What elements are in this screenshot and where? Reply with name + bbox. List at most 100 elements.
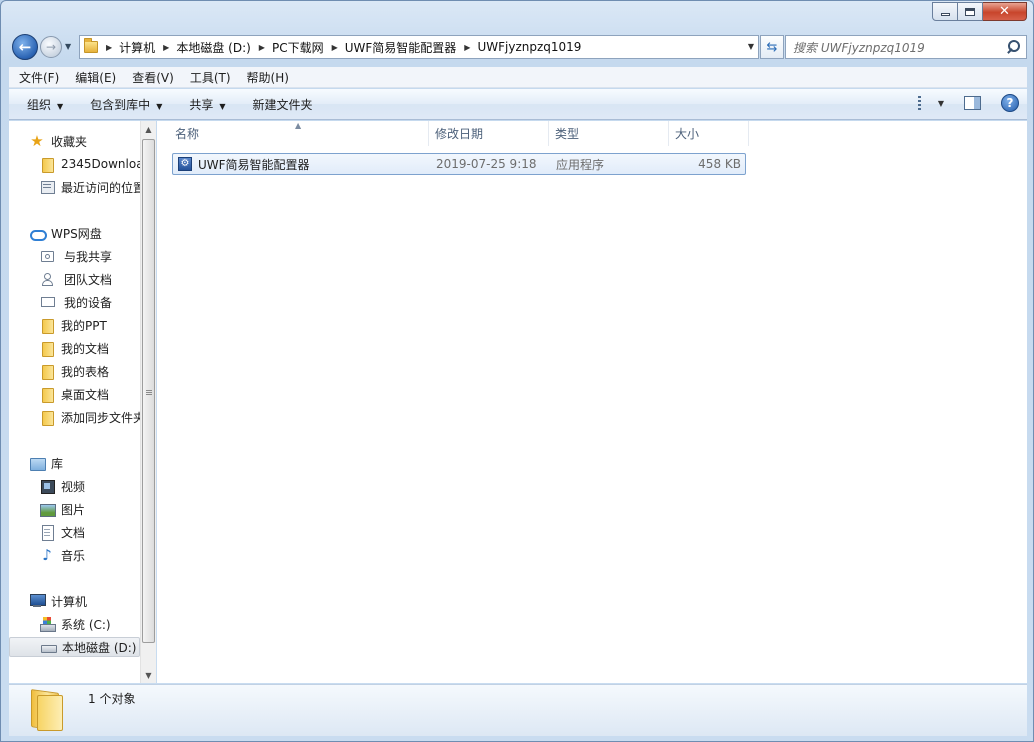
nav-item-my-ppt[interactable]: 我的PPT: [9, 315, 140, 335]
folder-icon: [39, 386, 55, 403]
new-folder-button[interactable]: 新建文件夹: [244, 96, 322, 113]
chevron-down-icon: ▼: [219, 101, 226, 111]
share-button[interactable]: 共享 ▼: [180, 96, 234, 113]
nav-item-shared-with-me[interactable]: 与我共享: [9, 246, 140, 266]
nav-item-label: 本地磁盘 (D:): [62, 640, 137, 655]
table-row[interactable]: ⚙ UWF简易智能配置器 2019-07-25 9:18 应用程序 458 KB: [172, 153, 746, 175]
column-header-modified[interactable]: 修改日期: [429, 121, 549, 146]
breadcrumb-separator[interactable]: ▶: [464, 43, 470, 52]
nav-item-my-devices[interactable]: 我的设备: [9, 292, 140, 312]
column-header-size[interactable]: 大小: [669, 121, 749, 146]
folder-icon: [39, 409, 55, 426]
scroll-down-arrow-icon[interactable]: ▼: [141, 667, 156, 683]
view-controls: ▼ ?: [917, 94, 1019, 112]
forward-button[interactable]: →: [40, 36, 62, 58]
search-icon[interactable]: [1005, 38, 1023, 56]
breadcrumb-pc-download[interactable]: PC下载网: [272, 39, 324, 56]
view-options-chevron-icon[interactable]: ▼: [938, 99, 944, 108]
column-header-name[interactable]: 名称: [169, 121, 429, 146]
breadcrumb-separator[interactable]: ▶: [163, 43, 169, 52]
item-count: 1 个对象: [88, 692, 136, 706]
recent-pages-button[interactable]: ▼: [65, 42, 71, 51]
back-arrow-icon: ←: [18, 38, 32, 56]
command-bar: 组织 ▼ 包含到库中 ▼ 共享 ▼ 新建文件夹 ▼ ?: [9, 89, 1027, 120]
nav-item-label: 我的设备: [64, 295, 113, 310]
search-input[interactable]: 搜索 UWFjyznpzq1019: [785, 35, 1027, 59]
navigation-bar: ← → ▼ ▶ 计算机 ▶ 本地磁盘 (D:) ▶ PC下载网 ▶ UWF简易智…: [9, 33, 1027, 61]
organize-button[interactable]: 组织 ▼: [18, 96, 72, 113]
nav-item-desktop-docs[interactable]: 桌面文档: [9, 384, 140, 404]
breadcrumb-current-folder[interactable]: UWFjyznpzq1019: [477, 40, 581, 54]
column-header-type[interactable]: 类型: [549, 121, 669, 146]
breadcrumb-computer[interactable]: 计算机: [119, 39, 155, 56]
breadcrumb-uwf-folder[interactable]: UWF简易智能配置器: [345, 39, 457, 56]
nav-libraries[interactable]: 库: [9, 453, 140, 473]
menu-file[interactable]: 文件(F): [11, 69, 67, 86]
library-icon: [29, 455, 46, 471]
address-dropdown-button[interactable]: ▼: [748, 42, 754, 51]
nav-item-pictures[interactable]: 图片: [9, 499, 140, 519]
user-icon: [39, 271, 55, 287]
explorer-window: ✕ ← → ▼ ▶ 计算机 ▶ 本地磁盘 (D:) ▶ PC下载网 ▶ UWF简…: [0, 0, 1034, 742]
breadcrumb-separator[interactable]: ▶: [259, 43, 265, 52]
breadcrumb-drive-d[interactable]: 本地磁盘 (D:): [176, 39, 250, 56]
application-gear-icon: ⚙: [178, 157, 192, 171]
refresh-button[interactable]: ⇆: [760, 35, 784, 59]
nav-item-label: 系统 (C:): [61, 617, 111, 632]
shared-icon: [39, 248, 55, 264]
system-drive-icon: [39, 616, 56, 632]
nav-item-system-c[interactable]: 系统 (C:): [9, 614, 140, 634]
change-view-icon[interactable]: [917, 96, 934, 110]
nav-item-videos[interactable]: 视频: [9, 476, 140, 496]
star-icon: ★: [30, 132, 44, 150]
back-button[interactable]: ←: [12, 34, 38, 60]
menu-edit[interactable]: 编辑(E): [67, 69, 124, 86]
nav-favorites[interactable]: ★ 收藏夹: [9, 131, 140, 151]
nav-item-label: 音乐: [61, 548, 86, 563]
nav-item-music[interactable]: ♪ 音乐: [9, 545, 140, 565]
nav-wps-drive[interactable]: WPS网盘: [9, 223, 140, 243]
nav-item-label: 团队文档: [64, 272, 113, 287]
file-name-cell: ⚙ UWF简易智能配置器: [178, 154, 310, 174]
scroll-up-arrow-icon[interactable]: ▲: [141, 121, 156, 137]
nav-item-local-disk-d[interactable]: 本地磁盘 (D:): [9, 637, 140, 657]
document-icon: [39, 524, 55, 541]
maximize-button[interactable]: [958, 2, 983, 21]
nav-item-my-documents[interactable]: 我的文档: [9, 338, 140, 358]
scroll-thumb[interactable]: [142, 139, 155, 643]
breadcrumb-separator[interactable]: ▶: [106, 43, 112, 52]
folder-icon: [39, 340, 55, 357]
nav-item-label: 与我共享: [64, 249, 113, 264]
details-pane: 1 个对象: [9, 684, 1027, 736]
nav-item-label: 图片: [61, 502, 86, 517]
organize-label: 组织: [27, 97, 52, 112]
nav-scrollbar[interactable]: ▲ ▼: [140, 121, 156, 683]
computer-icon: [29, 593, 46, 609]
file-type: 应用程序: [556, 157, 605, 172]
nav-computer[interactable]: 计算机: [9, 591, 140, 611]
nav-item-team-docs[interactable]: 团队文档: [9, 269, 140, 289]
menu-view[interactable]: 查看(V): [124, 69, 182, 86]
hard-drive-icon: [40, 639, 57, 655]
nav-item-2345downloads[interactable]: 2345Downloads: [9, 154, 140, 174]
preview-pane-icon[interactable]: [964, 96, 981, 110]
music-note-icon: ♪: [42, 546, 52, 564]
nav-favorites-label: 收藏夹: [51, 134, 88, 149]
minimize-button[interactable]: [932, 2, 958, 21]
nav-item-documents[interactable]: 文档: [9, 522, 140, 542]
caption-buttons: ✕: [932, 2, 1027, 21]
menu-help[interactable]: 帮助(H): [239, 69, 297, 86]
include-in-library-button[interactable]: 包含到库中 ▼: [81, 96, 171, 113]
help-icon[interactable]: ?: [1001, 94, 1019, 112]
breadcrumb-separator[interactable]: ▶: [332, 43, 338, 52]
nav-item-add-sync-folder[interactable]: 添加同步文件夹: [9, 407, 140, 427]
nav-item-label: 我的文档: [61, 341, 110, 356]
address-bar[interactable]: ▶ 计算机 ▶ 本地磁盘 (D:) ▶ PC下载网 ▶ UWF简易智能配置器 ▶…: [79, 35, 759, 59]
column-headers: ▲ 名称 修改日期 类型 大小: [157, 121, 757, 146]
menu-tools[interactable]: 工具(T): [182, 69, 239, 86]
close-button[interactable]: ✕: [983, 2, 1027, 21]
nav-wps-label: WPS网盘: [51, 226, 102, 241]
nav-item-recent-places[interactable]: 最近访问的位置: [9, 177, 140, 197]
nav-item-my-sheets[interactable]: 我的表格: [9, 361, 140, 381]
recent-places-icon: [39, 179, 55, 195]
